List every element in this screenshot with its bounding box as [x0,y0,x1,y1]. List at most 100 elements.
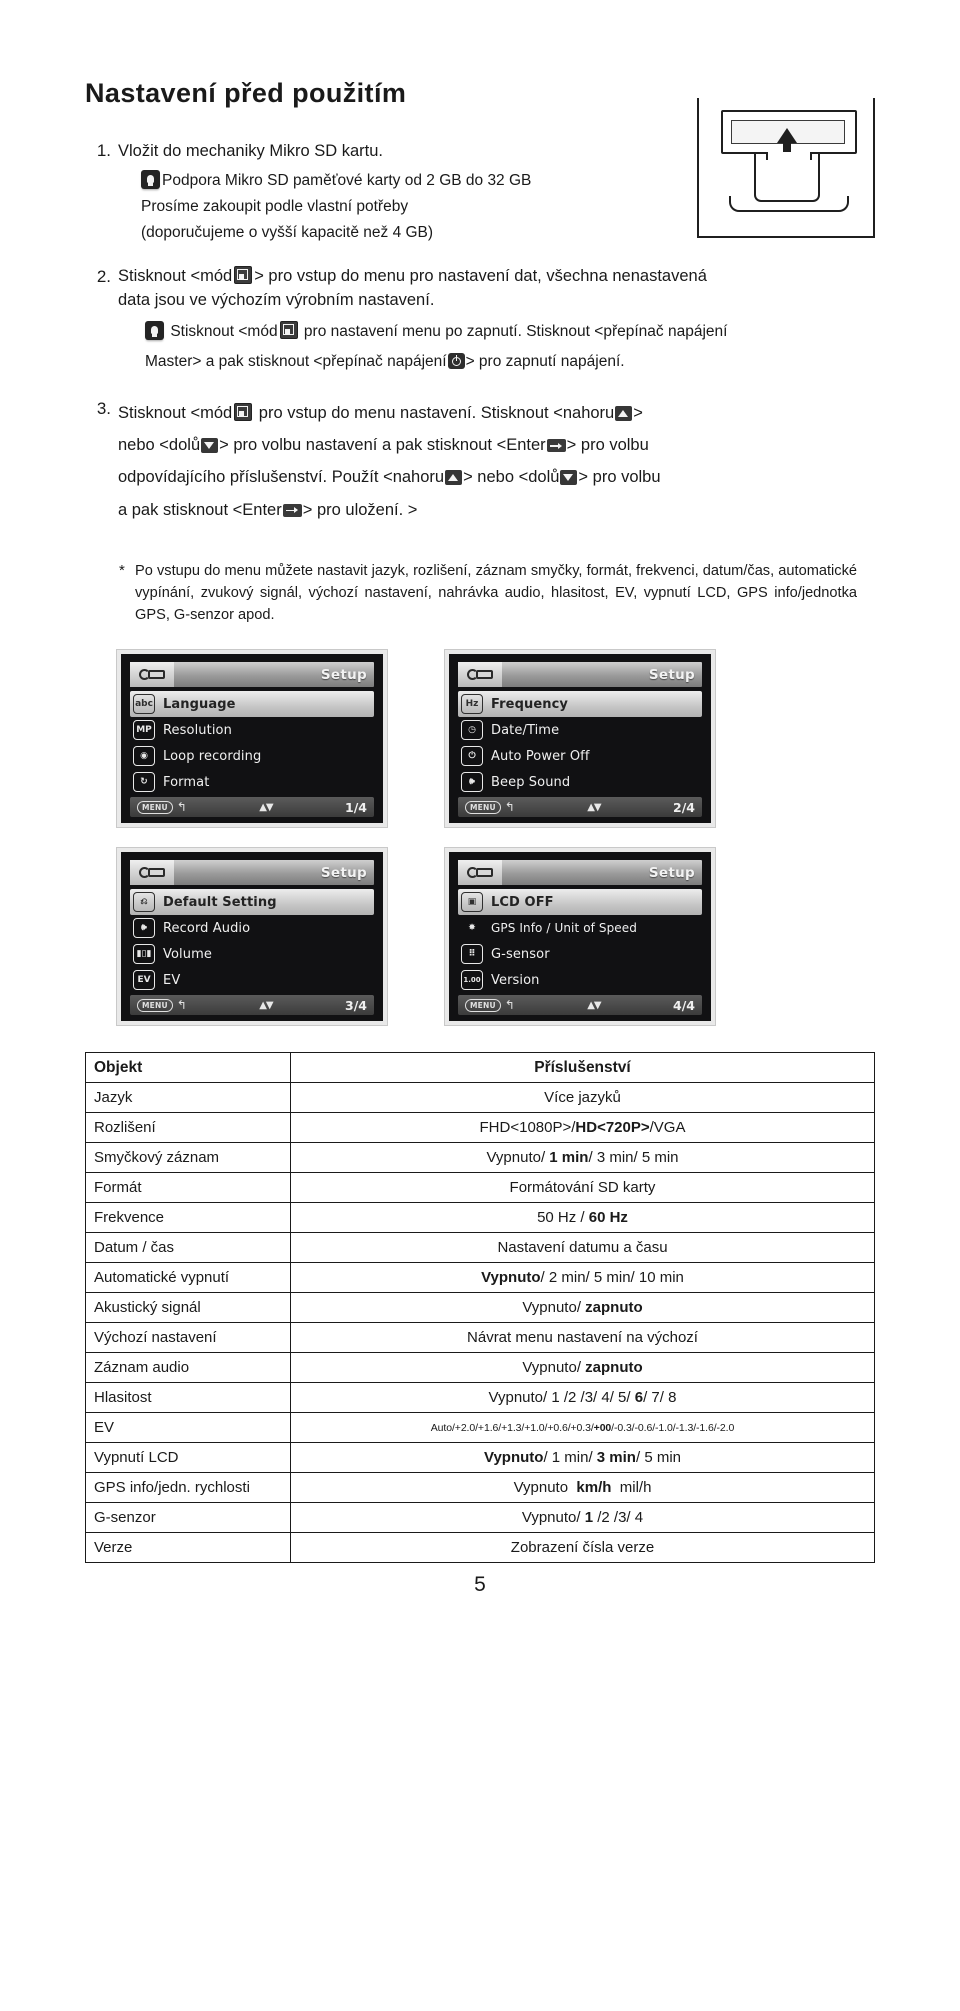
menu-back-control[interactable]: MENU ↰ [137,800,187,815]
wrench-icon [467,866,493,879]
lcd-rows-3: ⎌ Default Setting 🕪 Record Audio ▮▯▮ Vol… [130,889,374,993]
clock-icon: ◷ [461,720,483,741]
menu-item-ev[interactable]: EV EV [130,967,374,993]
table-row: Smyčkový záznam Vypnuto/ 1 min/ 3 min/ 5… [85,1142,875,1174]
enter-icon [546,439,566,453]
step-1-note-line-2: Prosíme zakoupit podle vlastní potřeby [141,198,409,216]
menu-item-g-sensor[interactable]: ⠿ G-sensor [458,941,702,967]
table-row: Akustický signál Vypnuto/ zapnuto [85,1292,875,1324]
settings-table: Objekt Příslušenství Jazyk Více jazyků R… [85,1052,875,1564]
footnote-star: * [119,561,125,579]
menu-item-language[interactable]: abc Language [130,691,374,718]
step-3-l1c: > [633,404,643,423]
menu-back-control[interactable]: MENU ↰ [465,800,515,814]
format-icon: ↻ [133,772,155,793]
step-3-l1b: pro vstup do menu nastavení. Stisknout <… [258,404,615,423]
row-value: 50 Hz / 60 Hz [290,1202,875,1234]
menu-item-record-audio[interactable]: 🕪 Record Audio [130,915,374,941]
lcd-footer-1: MENU ↰ ▲▼ 1/4 [130,797,374,818]
speaker-icon: 🕪 [461,772,483,793]
lcd-screenshots: Setup abc Language MP Resolution ◉ Loop … [85,650,875,1030]
table-row: Výchozí nastavení Návrat menu nastavení … [85,1322,875,1354]
row-key: Verze [85,1532,291,1564]
table-row: Automatické vypnutí Vypnuto/ 2 min/ 5 mi… [85,1262,875,1294]
page-indicator: 3/4 [345,997,367,1013]
menu-item-volume[interactable]: ▮▯▮ Volume [130,941,374,967]
step-2-line-2: data jsou ve výchozím výrobním nastavení… [118,290,435,309]
back-arrow-icon: ↰ [176,800,187,815]
ev-icon: EV [133,970,155,991]
page-indicator: 2/4 [673,799,695,815]
menu-item-auto-power-off[interactable]: ⏻ Auto Power Off [458,743,702,769]
mode-icon [234,265,253,284]
step-3-l3c: > pro volbu [578,468,661,487]
page-indicator: 1/4 [345,799,367,815]
row-value: Zobrazení čísla verze [290,1532,875,1564]
menu-button-label: MENU [137,800,173,814]
step-1-note-line-1: Podpora Mikro SD paměťové karty od 2 GB … [162,171,532,189]
wrench-icon [139,668,165,681]
page-indicator: 4/4 [673,997,695,1013]
step-3-l3a: odpovídajícího příslušenství. Použít <na… [118,468,445,487]
step-2: 2. Stisknout <mód > pro vstup do menu pro… [85,265,875,313]
row-value: Vypnuto/ 1 /2 /3/ 4/ 5/ 6/ 7/ 8 [290,1382,875,1414]
row-key: Frekvence [85,1202,291,1234]
step-3-l4b: > pro uložení. > [302,500,418,519]
row-key: GPS info/jedn. rychlosti [85,1472,291,1504]
table-row: Hlasitost Vypnuto/ 1 /2 /3/ 4/ 5/ 6/ 7/ … [85,1382,875,1414]
row-key: Výchozí nastavení [85,1322,291,1354]
menu-item-label: Loop recording [163,748,262,764]
footnote-text: Po vstupu do menu můžete nastavit jazyk,… [135,562,857,624]
row-value: Formátování SD karty [290,1172,875,1204]
menu-item-version[interactable]: 1.00 Version [458,967,702,993]
step-1-number: 1. [96,141,111,160]
device-illustration [697,98,875,238]
power-icon [447,352,465,369]
row-key: Smyčkový záznam [85,1142,291,1174]
menu-item-beep-sound[interactable]: 🕪 Beep Sound [458,769,702,795]
menu-item-label: Record Audio [163,920,251,936]
menu-back-control[interactable]: MENU ↰ [465,998,515,1012]
menu-item-label: Auto Power Off [491,748,590,764]
step-3-text: Stisknout <mód pro vstup do menu nastave… [118,397,875,526]
menu-item-resolution[interactable]: MP Resolution [130,717,374,743]
menu-item-default-setting[interactable]: ⎌ Default Setting [130,889,374,916]
row-key: Jazyk [85,1082,291,1114]
menu-item-label: EV [163,972,181,988]
lcd-header-4: Setup [458,860,702,886]
lcd-header-title: Setup [320,666,367,683]
step-2-sub-b2: > pro zapnutí napájení. [465,352,625,370]
lcd-header-title: Setup [648,666,695,683]
row-value: Vypnuto/ zapnuto [290,1352,875,1384]
menu-item-gps-info[interactable]: ✸ GPS Info / Unit of Speed [458,915,702,941]
row-key: Vypnutí LCD [85,1442,291,1474]
power-icon: ⏻ [461,746,483,767]
page-title: Nastavení před použitím [85,78,407,108]
menu-item-format[interactable]: ↻ Format [130,769,374,795]
row-value: Vypnuto/ 1 /2 /3/ 4 [290,1502,875,1534]
menu-item-lcd-off[interactable]: ▣ LCD OFF [458,889,702,916]
hz-icon: Hz [461,694,483,715]
table-row: G-senzor Vypnuto/ 1 /2 /3/ 4 [85,1502,875,1534]
menu-item-date-time[interactable]: ◷ Date/Time [458,717,702,743]
lcd-footer-4: MENU ↰ ▲▼ 4/4 [458,995,702,1016]
step-3: 3. Stisknout <mód pro vstup do menu nast… [85,397,875,526]
micro-sd-card [754,152,820,202]
table-header-row: Objekt Příslušenství [85,1052,875,1084]
menu-item-label: Frequency [491,696,568,712]
step-2-lead: Stisknout <mód [118,266,233,285]
menu-item-label: Volume [163,946,212,962]
row-key: Rozlišení [85,1112,291,1144]
lcd-off-icon: ▣ [461,892,483,913]
menu-item-loop-recording[interactable]: ◉ Loop recording [130,743,374,769]
loop-icon: ◉ [133,746,155,767]
row-key: Formát [85,1172,291,1204]
menu-item-frequency[interactable]: Hz Frequency [458,691,702,718]
mode-icon [234,403,253,422]
menu-item-label: GPS Info / Unit of Speed [491,921,637,936]
menu-item-label: Version [491,972,540,988]
menu-button-label: MENU [465,800,501,814]
manual-page: Nastavení před použitím 1. Vložit do mec… [0,0,960,2011]
menu-back-control[interactable]: MENU ↰ [137,998,187,1012]
speaker-icon: 🕪 [133,918,155,939]
